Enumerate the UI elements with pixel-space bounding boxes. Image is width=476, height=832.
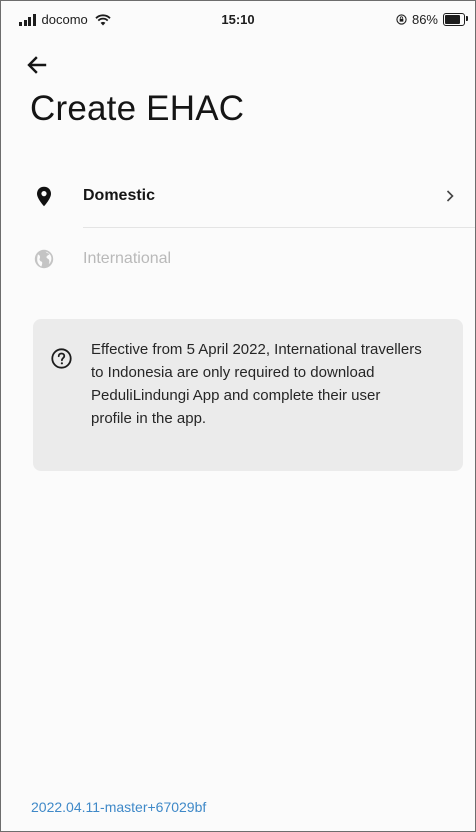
menu-item-label: International bbox=[83, 250, 172, 267]
info-message: Effective from 5 April 2022, Internation… bbox=[91, 341, 422, 427]
status-bar: docomo 15:10 86% bbox=[1, 1, 475, 39]
chevron-right-icon bbox=[446, 190, 454, 202]
back-button[interactable] bbox=[27, 49, 63, 81]
globe-icon bbox=[34, 248, 54, 270]
info-card: Effective from 5 April 2022, Internation… bbox=[33, 319, 463, 471]
battery-icon bbox=[443, 13, 468, 26]
orientation-lock-icon bbox=[396, 14, 407, 25]
arrow-left-icon bbox=[27, 56, 47, 74]
page-title: Create EHAC bbox=[30, 89, 245, 128]
location-pin-icon bbox=[34, 185, 54, 207]
menu-item-international: International bbox=[1, 228, 475, 290]
app-screen: docomo 15:10 86% Create EHAC Domestic In… bbox=[0, 0, 476, 832]
battery-level-fill bbox=[445, 15, 461, 24]
battery-percent: 86% bbox=[411, 12, 438, 27]
menu-item-domestic[interactable]: Domestic bbox=[1, 165, 475, 227]
menu-item-label: Domestic bbox=[83, 187, 156, 204]
question-circle-icon bbox=[51, 348, 72, 369]
app-version-label: 2022.04.11-master+67029bf bbox=[31, 799, 207, 815]
status-right: 86% bbox=[396, 12, 468, 27]
